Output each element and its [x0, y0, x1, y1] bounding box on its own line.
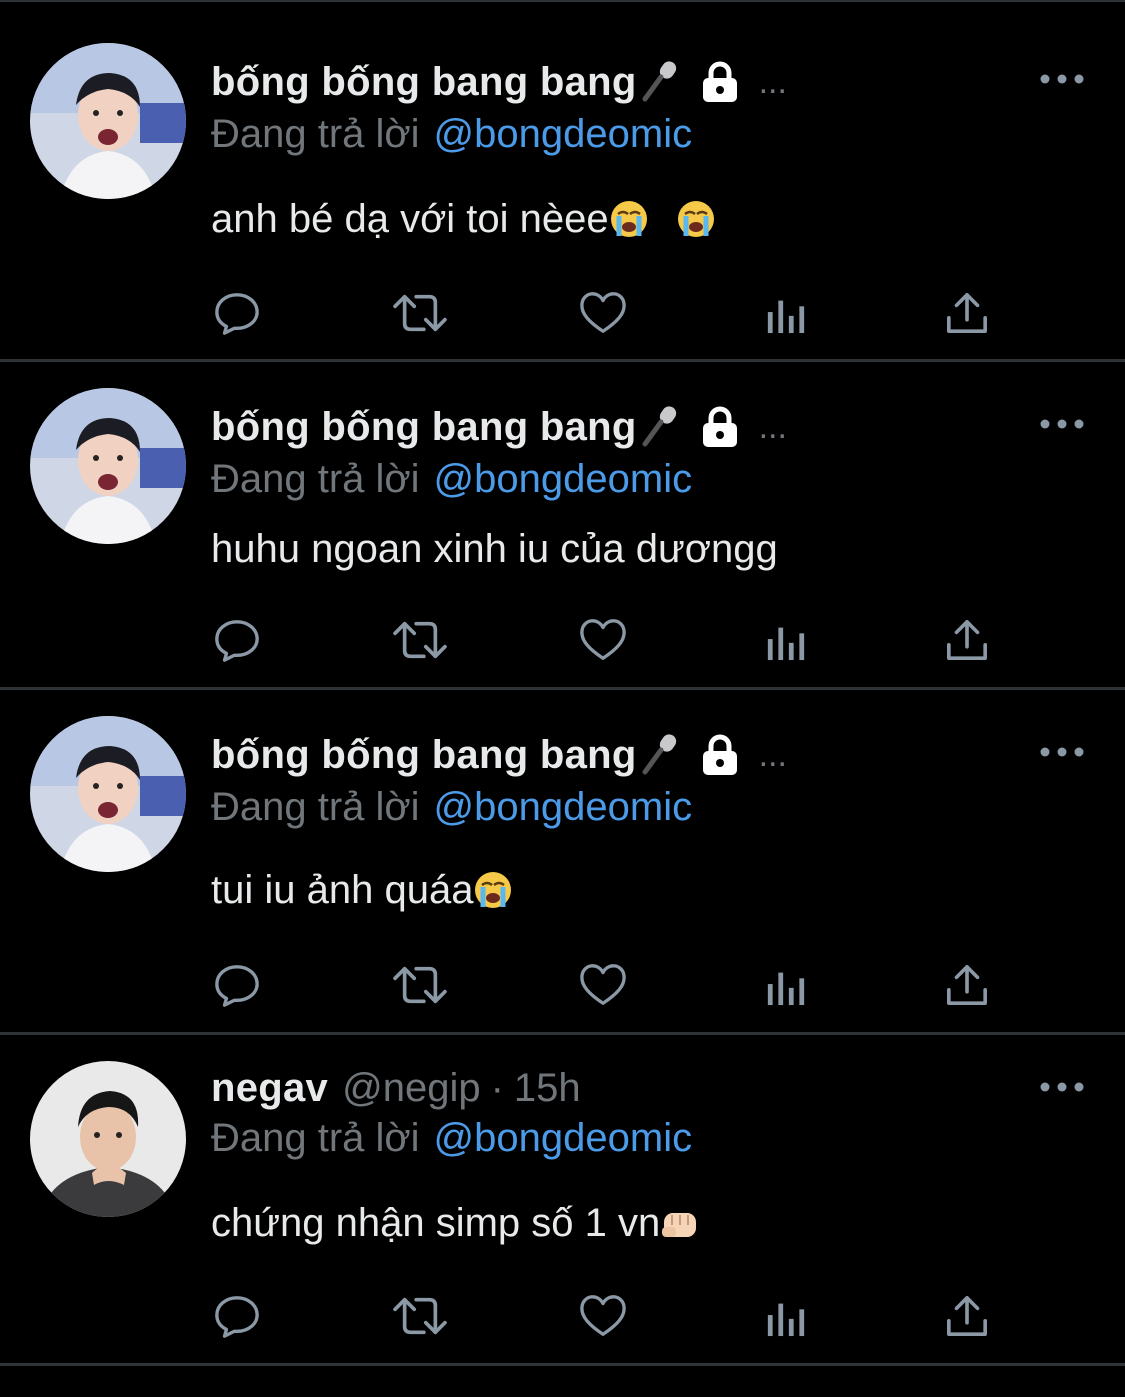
- tweet-text-content: anh bé dạ với toi nèee: [211, 197, 609, 241]
- tweet-text: huhu ngoan xinh iu của dươngg: [211, 527, 778, 572]
- avatar[interactable]: [30, 1061, 186, 1217]
- replying-to: Đang trả lời @bongdeomic: [211, 112, 692, 157]
- tweet-text-content: tui iu ảnh quáa: [211, 868, 474, 912]
- tweet-1[interactable]: bống bống bang bang ... Đang trả lời @bon…: [0, 2, 1125, 362]
- lock-icon: [699, 61, 741, 103]
- views-icon[interactable]: [764, 615, 808, 665]
- reply-icon[interactable]: [212, 615, 262, 665]
- user-handle[interactable]: @negip: [342, 1066, 480, 1111]
- reply-handle-link[interactable]: @bongdeomic: [434, 785, 693, 829]
- tweet-header: negav @negip · 15h: [211, 1060, 581, 1116]
- tweet-actions: [212, 288, 1012, 338]
- display-name[interactable]: bống bống bang bang: [211, 405, 637, 450]
- more-options-icon[interactable]: [1039, 417, 1085, 431]
- like-icon[interactable]: [578, 288, 628, 338]
- reply-icon[interactable]: [212, 960, 262, 1010]
- tweet-actions: [212, 960, 1012, 1010]
- separator-dot: ·: [490, 1065, 504, 1110]
- truncation-ellipsis: ...: [758, 735, 787, 774]
- more-options-icon[interactable]: [1039, 72, 1085, 86]
- like-icon[interactable]: [578, 1291, 628, 1341]
- tweet-header: bống bống bang bang ...: [211, 727, 787, 783]
- avatar[interactable]: [30, 388, 186, 544]
- share-icon[interactable]: [944, 1291, 990, 1341]
- tweet-actions: [212, 1291, 1012, 1341]
- reply-icon[interactable]: [212, 288, 262, 338]
- tweet-text: tui iu ảnh quáa: [211, 868, 513, 913]
- views-icon[interactable]: [764, 960, 808, 1010]
- tweet-header: bống bống bang bang ...: [211, 54, 787, 110]
- replying-to: Đang trả lời @bongdeomic: [211, 1116, 692, 1161]
- reply-icon[interactable]: [212, 1291, 262, 1341]
- share-icon[interactable]: [944, 960, 990, 1010]
- tweet-2[interactable]: bống bống bang bang ... Đang trả lời @bon…: [0, 362, 1125, 690]
- reply-handle-link[interactable]: @bongdeomic: [434, 1116, 693, 1160]
- truncation-ellipsis: ...: [758, 62, 787, 101]
- views-icon[interactable]: [764, 288, 808, 338]
- views-icon[interactable]: [764, 1291, 808, 1341]
- avatar[interactable]: [30, 43, 186, 199]
- avatar[interactable]: [30, 716, 186, 872]
- retweet-icon[interactable]: [390, 288, 450, 338]
- reply-handle-link[interactable]: @bongdeomic: [434, 112, 693, 156]
- retweet-icon[interactable]: [390, 1291, 450, 1341]
- share-icon[interactable]: [944, 288, 990, 338]
- like-icon[interactable]: [578, 960, 628, 1010]
- loudly-crying-face-icon: [473, 870, 513, 910]
- display-name[interactable]: negav: [211, 1066, 328, 1111]
- tweet-text-content: chứng nhận simp số 1 vn: [211, 1201, 661, 1245]
- more-options-icon[interactable]: [1039, 745, 1085, 759]
- tweet-text-content: huhu ngoan xinh iu của dươngg: [211, 527, 778, 571]
- lock-icon: [699, 406, 741, 448]
- replying-to: Đang trả lời @bongdeomic: [211, 785, 692, 830]
- oncoming-fist-icon: [660, 1203, 700, 1243]
- loudly-crying-face-icon: [609, 199, 649, 239]
- reply-handle-link[interactable]: @bongdeomic: [434, 457, 693, 501]
- timestamp[interactable]: 15h: [514, 1066, 581, 1111]
- reply-prefix: Đang trả lời: [211, 785, 420, 829]
- microphone-icon: [639, 732, 679, 778]
- like-icon[interactable]: [578, 615, 628, 665]
- microphone-icon: [639, 59, 679, 105]
- display-name[interactable]: bống bống bang bang: [211, 60, 637, 105]
- tweet-3[interactable]: bống bống bang bang ... Đang trả lời @bon…: [0, 690, 1125, 1035]
- reply-prefix: Đang trả lời: [211, 457, 420, 501]
- tweet-text: anh bé dạ với toi nèee: [211, 197, 716, 242]
- more-options-icon[interactable]: [1039, 1080, 1085, 1094]
- lock-icon: [699, 734, 741, 776]
- loudly-crying-face-icon: [676, 199, 716, 239]
- display-name[interactable]: bống bống bang bang: [211, 733, 637, 778]
- reply-prefix: Đang trả lời: [211, 112, 420, 156]
- retweet-icon[interactable]: [390, 960, 450, 1010]
- retweet-icon[interactable]: [390, 615, 450, 665]
- share-icon[interactable]: [944, 615, 990, 665]
- replying-to: Đang trả lời @bongdeomic: [211, 457, 692, 502]
- tweet-text: chứng nhận simp số 1 vn: [211, 1201, 700, 1246]
- tweet-4[interactable]: negav @negip · 15h Đang trả lời @bongdeom…: [0, 1035, 1125, 1366]
- tweet-header: bống bống bang bang ...: [211, 399, 787, 455]
- microphone-icon: [639, 404, 679, 450]
- truncation-ellipsis: ...: [758, 407, 787, 446]
- tweet-actions: [212, 615, 1012, 665]
- reply-prefix: Đang trả lời: [211, 1116, 420, 1160]
